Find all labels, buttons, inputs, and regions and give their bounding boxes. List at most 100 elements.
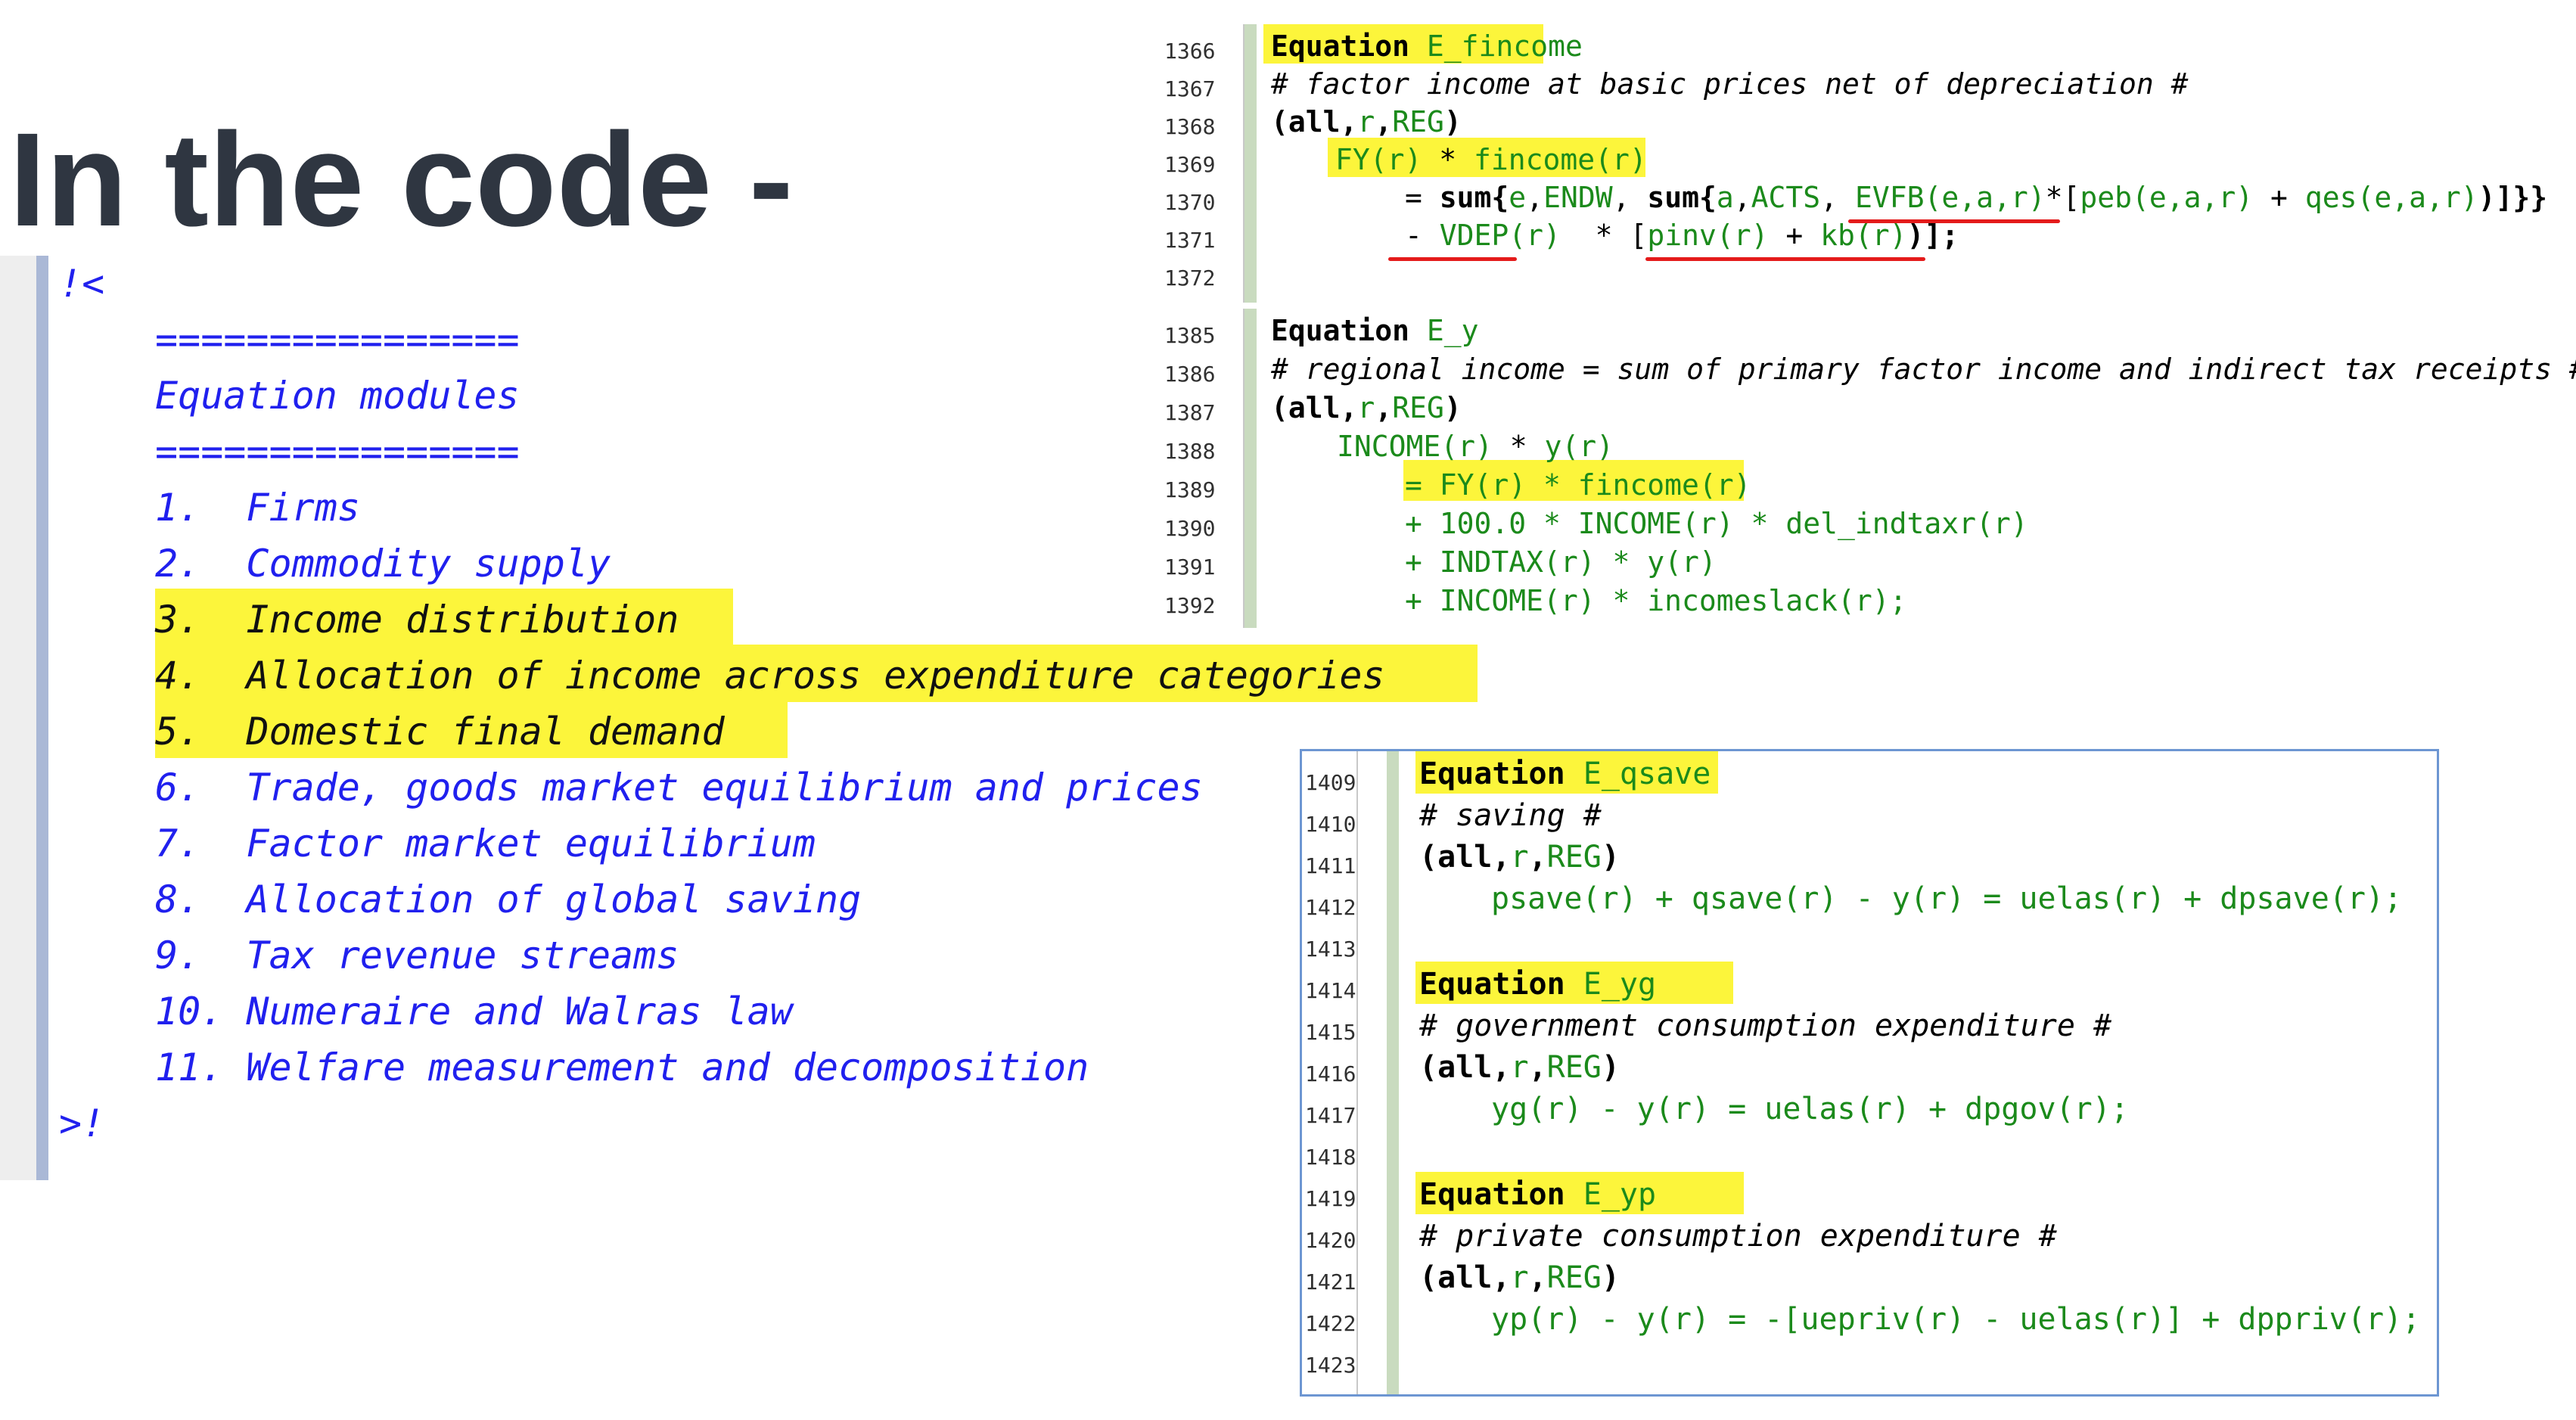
fold-bar — [1387, 751, 1399, 1394]
line-number: 1385 — [1164, 323, 1216, 348]
line-number: 1422 — [1305, 1311, 1356, 1336]
separator: , — [1528, 1050, 1547, 1085]
set-name: REG — [1392, 105, 1444, 138]
line-number: 1391 — [1164, 555, 1216, 579]
code-line: - VDEP(r) * [pinv(r) + kb(r))]; — [1405, 221, 1959, 250]
keyword: sum — [1439, 181, 1492, 214]
line-number: 1389 — [1164, 477, 1216, 502]
operator: * [ — [1560, 219, 1648, 252]
line-number: 1416 — [1305, 1061, 1356, 1086]
equation-name: E_yp — [1583, 1177, 1657, 1212]
line-number: 1366 — [1164, 39, 1216, 64]
index: a — [1716, 181, 1734, 214]
code-line: Equation E_qsave — [1419, 759, 1711, 789]
separator: , — [1528, 840, 1547, 875]
equation-name: E_y — [1426, 314, 1479, 347]
line-number: 1420 — [1305, 1228, 1356, 1253]
term: fincome(r) — [1474, 143, 1647, 176]
separator: , — [1733, 181, 1751, 214]
rule-bottom: ================ — [155, 430, 520, 474]
code-line: + 100.0 * INCOME(r) * del_indtaxr(r) — [1405, 507, 2028, 540]
paren: ) — [1443, 391, 1462, 424]
brace: )]}} — [2478, 181, 2548, 214]
term: qes(e,a,r) — [2304, 181, 2478, 214]
line-number: 1390 — [1164, 516, 1216, 541]
module-item: 10. Numeraire and Walras law — [155, 990, 793, 1033]
separator: , — [1820, 181, 1855, 214]
separator: , — [1526, 181, 1544, 214]
separator: , — [1340, 391, 1358, 424]
brace: { — [1699, 181, 1717, 214]
code-line: + INCOME(r) * incomeslack(r); — [1405, 584, 1907, 617]
line-number: 1409 — [1305, 770, 1356, 795]
comment: # regional income = sum of primary facto… — [1271, 353, 2576, 386]
keyword: sum — [1647, 181, 1699, 214]
operator: *[ — [2045, 181, 2080, 214]
paren: ) — [1601, 1260, 1620, 1295]
equation-name: E_fincome — [1426, 30, 1583, 63]
term: peb(e,a,r) — [2080, 181, 2254, 214]
module-item: 9. Tax revenue streams — [155, 934, 679, 977]
module-item: 8. Allocation of global saving — [155, 878, 862, 921]
code-line: # saving # — [1419, 800, 1602, 831]
term: VDEP(r) — [1439, 219, 1561, 252]
keyword: all — [1437, 1260, 1493, 1295]
module-item: 2. Commodity supply — [155, 542, 611, 586]
line-number: 1371 — [1164, 228, 1216, 253]
line-number: 1415 — [1305, 1020, 1356, 1045]
code-line: (all,r,REG) — [1271, 107, 1462, 136]
line-number: 1410 — [1305, 812, 1356, 837]
keyword: all — [1288, 391, 1341, 424]
set-name: REG — [1546, 1260, 1602, 1295]
code-line: (all,r,REG) — [1419, 1052, 1620, 1083]
code-line: FY(r) * fincome(r) — [1335, 145, 1647, 174]
term: ] + dppriv(r); — [2165, 1302, 2421, 1337]
paren: ( — [1419, 1050, 1438, 1085]
keyword: all — [1437, 840, 1493, 875]
editor-gutter — [0, 256, 36, 1180]
term: INCOME(r) — [1337, 430, 1493, 463]
separator: , — [1528, 1260, 1547, 1295]
line-number: 1388 — [1164, 439, 1216, 464]
slide-title: In the code - — [9, 106, 794, 254]
operator: - — [1405, 219, 1440, 252]
term: kb(r) — [1820, 219, 1907, 252]
line-number: 1370 — [1164, 190, 1216, 215]
set-name: ENDW — [1543, 181, 1613, 214]
set-name: REG — [1546, 1050, 1602, 1085]
code-line: Equation E_fincome — [1271, 32, 1583, 61]
module-item: 5. Domestic final demand — [155, 710, 725, 754]
set-name: REG — [1392, 391, 1444, 424]
modules-heading: Equation modules — [155, 374, 520, 418]
line-number: 1367 — [1164, 76, 1216, 101]
separator: , — [1612, 181, 1648, 214]
separator: , — [1492, 840, 1511, 875]
keyword: Equation — [1419, 1177, 1565, 1212]
module-item: 1. Firms — [155, 486, 360, 530]
separator: , — [1375, 105, 1393, 138]
operator: + — [1768, 219, 1821, 252]
module-item: 3. Income distribution — [155, 598, 679, 642]
separator: , — [1492, 1260, 1511, 1295]
line-number: 1392 — [1164, 593, 1216, 618]
separator: , — [1340, 105, 1358, 138]
index: r — [1510, 840, 1529, 875]
code-line: Equation E_yp — [1419, 1179, 1656, 1210]
paren: ) — [1601, 840, 1620, 875]
fold-bar — [1244, 24, 1257, 303]
line-number: 1418 — [1305, 1145, 1356, 1170]
code-line: (all,r,REG) — [1271, 393, 1462, 422]
code-line: Equation E_yg — [1419, 969, 1656, 999]
term: uepriv(r) - uelas(r) — [1801, 1302, 2166, 1337]
code-line: yp(r) - y(r) = -[uepriv(r) - uelas(r)] +… — [1491, 1304, 2420, 1335]
keyword: Equation — [1419, 757, 1565, 791]
line-number: 1372 — [1164, 266, 1216, 291]
line-number: 1411 — [1305, 853, 1356, 878]
keyword: Equation — [1271, 314, 1410, 347]
code-line: (all,r,REG) — [1419, 1263, 1620, 1293]
line-number: 1387 — [1164, 400, 1216, 425]
set-name: REG — [1546, 840, 1602, 875]
line-number-gutter — [1161, 309, 1244, 628]
code-line: INCOME(r) * y(r) — [1337, 432, 1614, 461]
term: yp(r) - y(r) = -[ — [1491, 1302, 1801, 1337]
